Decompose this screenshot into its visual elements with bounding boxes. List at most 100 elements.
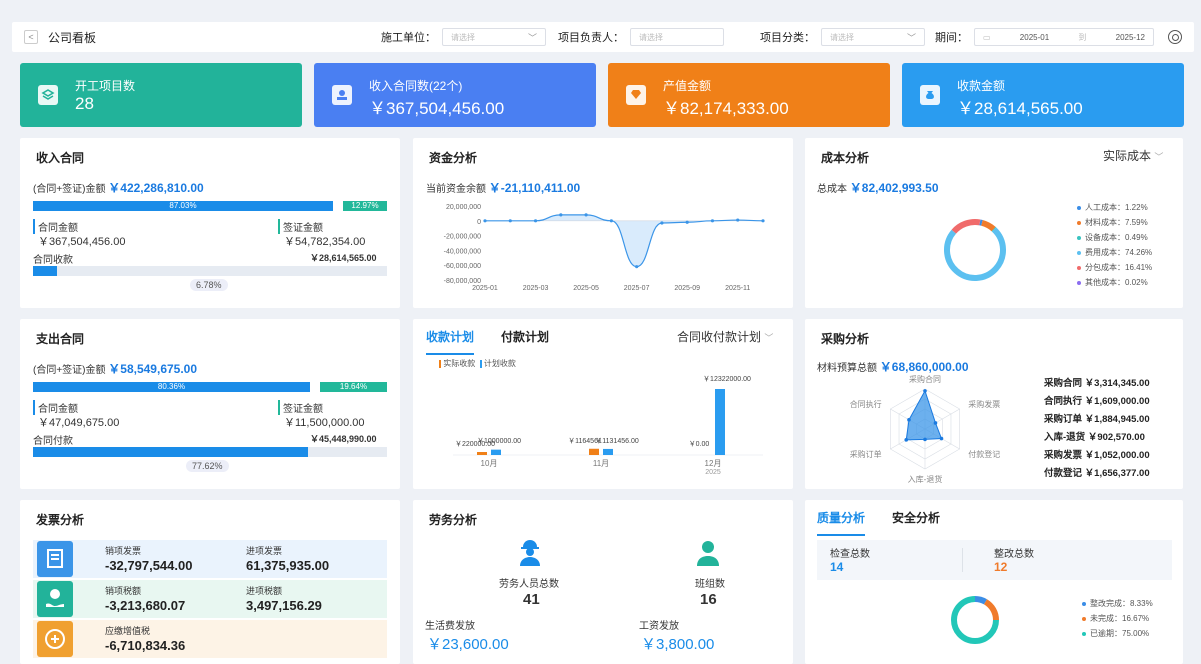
labor-people-value: 41 (523, 591, 540, 608)
legend-item: 整改完成：8.33% (1082, 596, 1153, 611)
bar (491, 449, 501, 455)
panel-title: 劳务分析 (429, 513, 478, 527)
x-tick-label: 2025-01 (472, 285, 498, 292)
income-contract-value: ￥367,504,456.00 (38, 236, 126, 248)
gear-icon[interactable] (1168, 30, 1182, 44)
purchase-analysis-panel: 采购分析 材料预算总额 ￥68,860,000.00 采购合同 采购发票 付款登记入… (805, 319, 1183, 489)
hand-coin-icon (37, 581, 73, 617)
cost-analysis-panel: 成本分析 实际成本 ﹀ 总成本 ￥82,402,993.50 人工成本：1.22… (805, 138, 1183, 308)
unit-select[interactable]: 请选择 ﹀ (442, 28, 546, 46)
x-tick-sublabel: 2025 (705, 469, 721, 476)
income-visa-value: ￥54,782,354.00 (284, 236, 366, 248)
fix-total-value: 12 (994, 560, 1008, 574)
data-point (584, 213, 588, 217)
expense-visa-value: ￥11,500,000.00 (284, 417, 365, 429)
expense-payment-track (33, 447, 387, 457)
bar (589, 448, 599, 455)
funds-analysis-panel: 资金分析 当前资金余额 ￥-21,110,411.00 20,000,000 0 -… (413, 138, 793, 308)
expense-total-label: (合同+签证)金额 (33, 365, 106, 376)
cost-legend: 人工成本：1.22% 材料成本：7.59% 设备成本：0.49% 费用成本：74… (1077, 200, 1152, 290)
purchase-item-label: 付款登记 (1044, 468, 1083, 479)
purchase-item-label: 采购订单 (1044, 414, 1083, 425)
filter-label-unit: 施工单位： (381, 32, 436, 44)
diamond-icon (626, 85, 646, 105)
y-tick-label: -20,000,000 (444, 234, 481, 241)
tab-payment-plan[interactable]: 付款计划 (501, 328, 549, 345)
kpi-card-projects[interactable]: 开工项目数 28 (20, 63, 302, 127)
purchase-item-label: 合同执行 (1044, 396, 1083, 407)
filter-label-manager: 项目负责人： (558, 32, 624, 44)
receipt-icon (37, 541, 73, 577)
back-button[interactable]: < (24, 30, 38, 44)
income-total-label: (合同+签证)金额 (33, 184, 106, 195)
data-point (483, 219, 487, 223)
legend-item: 设备成本：0.49% (1077, 230, 1152, 245)
data-point (533, 219, 538, 223)
output-tax-label: 销项税额 (105, 586, 142, 596)
kpi-card-receipts[interactable]: 收款金额 ￥28,614,565.00 (902, 63, 1184, 127)
panel-title: 发票分析 (36, 513, 85, 527)
data-point (559, 213, 563, 217)
period-range-picker[interactable]: ▭ 2025-01 到 2025-12 (974, 28, 1154, 46)
category-select[interactable]: 请选择 ﹀ (821, 28, 925, 46)
purchase-item-value: ￥1,884,945.00 (1084, 414, 1150, 425)
legend-item: 材料成本：7.59% (1077, 215, 1152, 230)
kpi-card-income-contracts[interactable]: 收入合同数(22个) ￥367,504,456.00 (314, 63, 596, 127)
kpi-card-output[interactable]: 产值金额 ￥82,174,333.00 (608, 63, 890, 127)
data-point (660, 221, 664, 225)
quality-analysis-panel: 质量分析 安全分析 检查总数 14 整改总数 12 整改完成：8.33% 未完成… (805, 500, 1183, 664)
expense-contract-panel: 支出合同 (合同+签证)金额 ￥58,549,675.00 80.36% 19.… (20, 319, 400, 489)
purchase-radar-chart: 采购合同采购发票付款登记入库-退货 采购订单 合同执行 (850, 374, 1001, 484)
expense-contract-share-bar: 80.36% (33, 382, 310, 392)
purchase-budget-row: 材料预算总额 ￥68,860,000.00 (817, 358, 969, 375)
output-invoice-label: 销项发票 (105, 546, 142, 556)
quality-legend: 整改完成：8.33% 未完成：16.67% 已逾期：75.00% (1082, 596, 1153, 641)
income-receipt-track (33, 266, 387, 276)
legend-swatch (439, 359, 441, 368)
radar-axis-label: 采购合同 (909, 374, 941, 384)
purchase-item-value: ￥3,314,345.00 (1084, 378, 1150, 389)
invoice-row-output-input: 销项发票 -32,797,544.00 进项发票 61,375,935.00 (33, 540, 387, 578)
tab-receipt-plan[interactable]: 收款计划 (426, 328, 475, 355)
tab-quality[interactable]: 质量分析 (817, 509, 866, 536)
income-visa-share-bar: 12.97% (343, 201, 387, 211)
radar-point (904, 438, 909, 442)
legend-text: 材料成本：7.59% (1085, 218, 1148, 227)
plan-type-dropdown[interactable]: 合同收付款计划 ﹀ (677, 328, 773, 345)
donut-slice (944, 227, 1006, 281)
unit-select-placeholder: 请选择 (451, 32, 475, 42)
input-invoice-value: 61,375,935.00 (246, 558, 330, 573)
bar (603, 448, 613, 455)
legend-text: 整改完成：8.33% (1090, 599, 1153, 608)
funds-area-chart: 20,000,000 0 -20,000,000 -40,000,000 -60,000… (444, 204, 765, 292)
period-separator: 到 (1078, 32, 1087, 42)
manager-input[interactable]: 请选择 (630, 28, 724, 46)
legend-dot (1077, 265, 1081, 270)
income-receipt-fill (33, 266, 57, 276)
purchase-item: 采购合同 ￥3,314,345.00 (1044, 375, 1150, 393)
filter-bar: 施工单位： 请选择 ﹀ 项目负责人： 请选择 项目分类： 请选择 ﹀ 期间： ▭ 2… (381, 22, 1182, 52)
expense-visa-label: 签证金额 (278, 400, 323, 415)
expense-contract-value: ￥47,049,675.00 (38, 417, 120, 429)
funds-balance-label: 当前资金余额 (426, 184, 486, 195)
living-expense-label: 生活费发放 (425, 621, 475, 632)
tab-safety[interactable]: 安全分析 (892, 509, 940, 526)
purchase-item: 采购订单 ￥1,884,945.00 (1044, 411, 1150, 429)
legend-text: 已逾期：75.00% (1090, 629, 1150, 638)
y-tick-label: -80,000,000 (444, 278, 481, 285)
labor-people-label: 劳务人员总数 (499, 579, 559, 590)
cost-type-dropdown[interactable]: 实际成本 ﹀ (1103, 147, 1163, 164)
expense-contract-label: 合同金额 (33, 400, 78, 415)
income-contract-share-bar: 87.03% (33, 201, 333, 211)
purchase-item: 入库-退货 ￥902,570.00 (1044, 429, 1150, 447)
x-tick-label: 12月 (705, 459, 722, 468)
payment-plan-panel: 收款计划 付款计划 合同收付款计划 ﹀ 实际收款 计划收款 10月 11月 12月 2… (413, 319, 793, 489)
legend-dot (1077, 250, 1081, 255)
panel-title: 资金分析 (429, 151, 478, 165)
category-select-placeholder: 请选择 (830, 32, 854, 42)
cost-total-label: 总成本 (817, 184, 847, 195)
legend-item: 人工成本：1.22% (1077, 200, 1152, 215)
legend-text: 设备成本：0.49% (1085, 233, 1148, 242)
y-tick-label: -60,000,000 (444, 263, 481, 270)
data-point (609, 219, 613, 223)
